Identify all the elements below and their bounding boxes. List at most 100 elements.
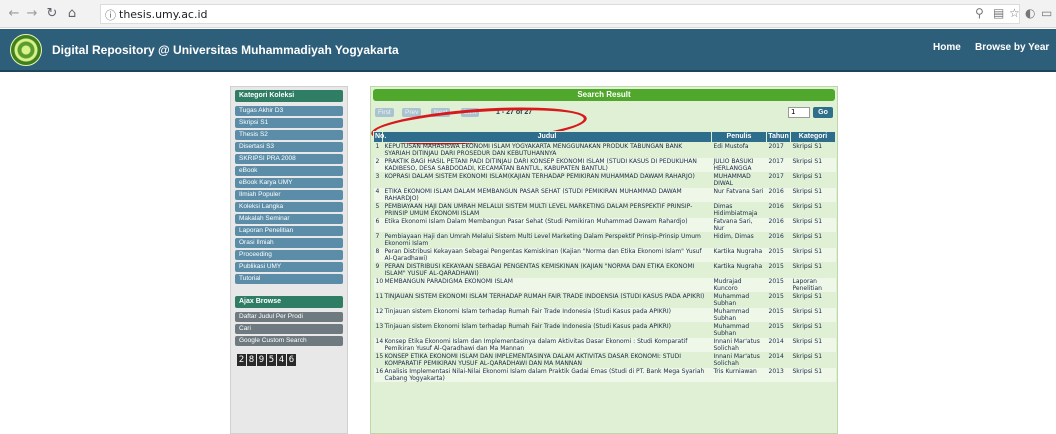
row-year: 2015 [766, 292, 791, 308]
row-title-link[interactable]: ETIKA EKONOMI ISLAM DALAM MEMBANGUN PASA… [382, 187, 712, 203]
row-author: Muhammad Subhan [711, 292, 767, 308]
row-number: 2 [373, 157, 383, 173]
nav-home[interactable]: Home [933, 42, 961, 53]
info-icon[interactable]: ⓘ [105, 7, 116, 23]
row-number: 12 [373, 307, 383, 323]
sidebar-item-ilmiah-populer[interactable]: Ilmiah Populer [235, 190, 343, 200]
sidebar-item-skripsi-pra-2008[interactable]: SKRIPSI PRA 2008 [235, 154, 343, 164]
row-title-link[interactable]: MEMBANGUN PARADIGMA EKONOMI ISLAM [382, 277, 712, 293]
column-header-penulis[interactable]: Penulis [711, 131, 767, 143]
row-category: Laporan Penelitian [790, 277, 836, 293]
home-icon[interactable]: ⌂ [64, 6, 80, 22]
column-header-tahun[interactable]: Tahun [766, 131, 791, 143]
row-number: 4 [373, 187, 383, 203]
row-category: Skripsi S1 [790, 217, 836, 233]
row-title-link[interactable]: PEMBIAYAAN HAJI DAN UMRAH MELALUI SISTEM… [382, 202, 712, 218]
sidebar-item-disertasi-s3[interactable]: Disertasi S3 [235, 142, 343, 152]
row-number: 15 [373, 352, 383, 368]
page-number-input[interactable]: 1 [788, 107, 810, 118]
row-year: 2017 [766, 157, 791, 173]
row-year: 2015 [766, 262, 791, 278]
reload-icon[interactable]: ↻ [44, 6, 60, 22]
row-author: Fatvana Sari, Nur [711, 217, 767, 233]
row-author: Dimas Hidimbiatmaja [711, 202, 767, 218]
visitor-counter: 2 8 9 5 4 6 [237, 354, 343, 366]
row-year: 2014 [766, 352, 791, 368]
forward-arrow-icon[interactable]: → [24, 6, 40, 22]
row-title-link[interactable]: Tinjauan sistem Ekonomi Islam terhadap R… [382, 322, 712, 338]
row-title-link[interactable]: Peran Distribusi Kekayaan Sebagai Pengen… [382, 247, 712, 263]
sidebar-item-proceeding[interactable]: Proceeding [235, 250, 343, 260]
translate-icon[interactable]: ▤ [993, 6, 1004, 20]
row-number: 1 [373, 142, 383, 158]
row-category: Skripsi S1 [790, 202, 836, 218]
site-title: Digital Repository @ Universitas Muhamma… [52, 43, 399, 57]
row-number: 9 [373, 262, 383, 278]
row-category: Skripsi S1 [790, 187, 836, 203]
sidebar-item-ebook[interactable]: eBook [235, 166, 343, 176]
row-category: Skripsi S1 [790, 352, 836, 368]
row-number: 5 [373, 202, 383, 218]
next-page-button[interactable]: Next [431, 108, 451, 117]
sidebar-item-laporan-penelitian[interactable]: Laporan Penelitian [235, 226, 343, 236]
table-row: 9 PERAN DISTRIBUSI KEKAYAAN SEBAGAI PENGE… [373, 262, 836, 278]
last-page-button[interactable]: Last [461, 108, 480, 117]
extension-icon[interactable]: ◐ [1025, 6, 1035, 20]
browser-toolbar: ← → ↻ ⌂ ⓘ thesis.umy.ac.id ⚲ ▤ ☆ ◐ ▭ [0, 0, 1056, 28]
prev-page-button[interactable]: Prev [402, 108, 422, 117]
counter-digit: 8 [247, 354, 256, 366]
sidebar-heading: Kategori Koleksi [235, 90, 343, 102]
row-category: Skripsi S1 [790, 232, 836, 248]
row-title-link[interactable]: PRAKTIK BAGI HASIL PETANI PADI DITINJAU … [382, 157, 712, 173]
row-author: Innani Mar'atus Solichah [711, 352, 767, 368]
sidebar-item-cari[interactable]: Cari [235, 324, 343, 334]
row-title-link[interactable]: Konsep Etika Ekonomi Islam dan Implement… [382, 337, 712, 353]
go-button[interactable]: Go [813, 107, 833, 118]
row-title-link[interactable]: Etika Ekonomi Islam Dalam Membangun Pasa… [382, 217, 712, 233]
sidebar-item-google-custom-search[interactable]: Google Custom Search [235, 336, 343, 346]
sidebar-item-koleksi-langka[interactable]: Koleksi Langka [235, 202, 343, 212]
table-row: 6 Etika Ekonomi Islam Dalam Membangun Pas… [373, 217, 836, 233]
table-row: 5 PEMBIAYAAN HAJI DAN UMRAH MELALUI SISTE… [373, 202, 836, 218]
bookmark-star-icon[interactable]: ☆ [1009, 6, 1020, 20]
page-body: Kategori Koleksi Tugas Akhir D3 Skripsi … [0, 74, 1056, 434]
sidebar-item-tutorial[interactable]: Tutorial [235, 274, 343, 284]
print-icon[interactable]: ▭ [1041, 6, 1052, 20]
nav-browse-by-year[interactable]: Browse by Year [975, 42, 1049, 53]
zoom-icon[interactable]: ⚲ [975, 6, 984, 20]
table-row: 12 Tinjauan sistem Ekonomi Islam terhadap… [373, 307, 836, 323]
table-row: 10 MEMBANGUN PARADIGMA EKONOMI ISLAM Mudra… [373, 277, 836, 293]
table-row: 11 TINJAUAN SISTEM EKONOMI ISLAM TERHADAP… [373, 292, 836, 308]
address-bar[interactable]: ⓘ thesis.umy.ac.id [100, 4, 1020, 24]
back-arrow-icon[interactable]: ← [6, 6, 22, 22]
sidebar-item-orasi-ilmiah[interactable]: Orasi Ilmiah [235, 238, 343, 248]
row-year: 2017 [766, 172, 791, 188]
row-title-link[interactable]: Analisis Implementasi Nilai-Nilai Ekonom… [382, 367, 712, 383]
row-author: Tris Kurniawan [711, 367, 767, 383]
row-title-link[interactable]: KONSEP ETIKA EKONOMI ISLAM DAN IMPLEMENT… [382, 352, 712, 368]
search-results-panel: Search Result First Prev Next Last 1 - 2… [370, 86, 838, 434]
sidebar-item-daftar-judul-per-prodi[interactable]: Daftar Judul Per Prodi [235, 312, 343, 322]
row-title-link[interactable]: KOPRASI DALAM SISTEM EKONOMI ISLAM(KAJIA… [382, 172, 712, 188]
table-row: 1 KEPUTUSAN MAHASISWA EKONOMI ISLAM YOGYA… [373, 142, 836, 158]
row-category: Skripsi S1 [790, 292, 836, 308]
column-header-no: No. [373, 131, 386, 143]
row-title-link[interactable]: Pembiayaan Haji dan Umrah Melalui Sistem… [382, 232, 712, 248]
sidebar-item-ebook-karya-umy[interactable]: eBook Karya UMY [235, 178, 343, 188]
counter-digit: 9 [257, 354, 266, 366]
sidebar-item-thesis-s2[interactable]: Thesis S2 [235, 130, 343, 140]
sidebar-item-skripsi-s1[interactable]: Skripsi S1 [235, 118, 343, 128]
row-title-link[interactable]: PERAN DISTRIBUSI KEKAYAAN SEBAGAI PENGEN… [382, 262, 712, 278]
sidebar-item-makalah-seminar[interactable]: Makalah Seminar [235, 214, 343, 224]
first-page-button[interactable]: First [375, 108, 394, 117]
column-header-judul[interactable]: Judul [382, 131, 712, 143]
table-row: 4 ETIKA EKONOMI ISLAM DALAM MEMBANGUN PAS… [373, 187, 836, 203]
row-title-link[interactable]: KEPUTUSAN MAHASISWA EKONOMI ISLAM YOGYAK… [382, 142, 712, 158]
sidebar-item-publikasi-umy[interactable]: Publikasi UMY [235, 262, 343, 272]
row-author: Mudrajad Kuncoro [711, 277, 767, 293]
column-header-kategori[interactable]: Kategori [790, 131, 836, 143]
row-title-link[interactable]: TINJAUAN SISTEM EKONOMI ISLAM TERHADAP R… [382, 292, 712, 308]
row-number: 13 [373, 322, 383, 338]
sidebar-item-tugas-akhir-d3[interactable]: Tugas Akhir D3 [235, 106, 343, 116]
row-title-link[interactable]: Tinjauan sistem Ekonomi Islam terhadap R… [382, 307, 712, 323]
